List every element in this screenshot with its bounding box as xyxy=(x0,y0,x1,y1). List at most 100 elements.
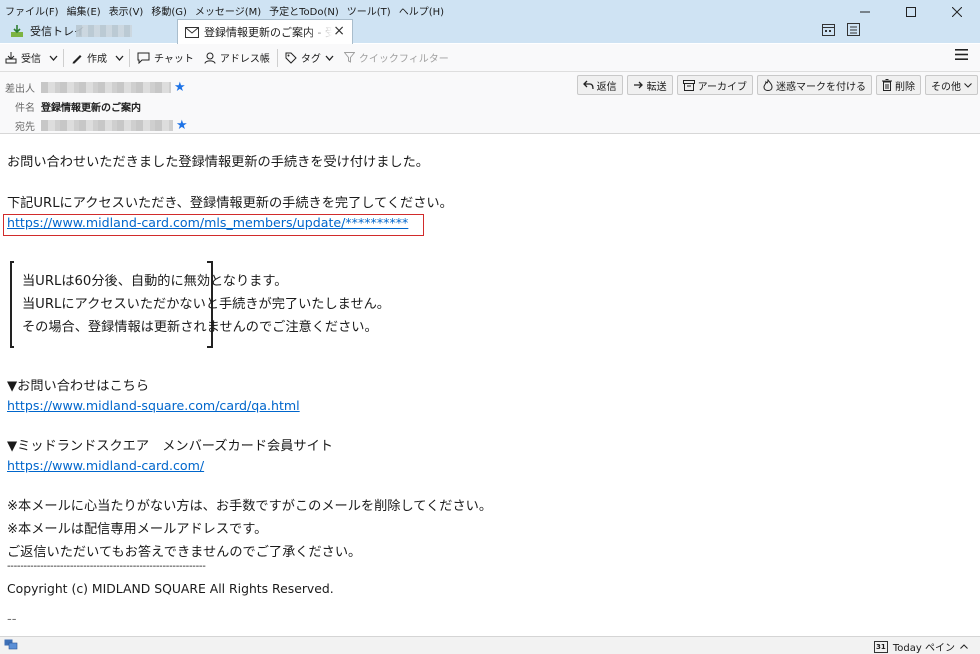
archive-button[interactable]: アーカイブ xyxy=(676,75,753,95)
reply-arrow-icon xyxy=(582,80,594,90)
spaces-toolbar xyxy=(822,23,860,36)
contact-heading: ▼お問い合わせはこちら xyxy=(7,379,150,394)
star-icon[interactable]: ★ xyxy=(174,80,186,95)
to-row: 宛先 ★ xyxy=(0,118,188,133)
update-url-link[interactable]: https://www.midland-card.com/mls_members… xyxy=(7,215,408,230)
message-body: お問い合わせいただきました登録情報更新の手続きを受け付けました。 下記URLにア… xyxy=(0,135,980,636)
tab-message[interactable]: 登録情報更新のご案内 - 受信トレイ × xyxy=(177,19,353,44)
status-bar: 31 Today ペイン xyxy=(0,636,980,654)
download-icon xyxy=(5,51,17,63)
calendar-day-icon: 31 xyxy=(873,640,888,653)
menu-help[interactable]: ヘルプ(H) xyxy=(396,1,449,18)
redacted-sender-address[interactable] xyxy=(41,82,171,93)
redacted-account-name xyxy=(76,25,132,37)
tasks-icon[interactable] xyxy=(847,23,860,36)
calendar-icon[interactable] xyxy=(822,23,835,36)
inbox-download-icon xyxy=(11,25,23,37)
close-window-button[interactable] xyxy=(934,0,980,24)
main-toolbar: 受信 作成 チャット アドレス帳 タグ クイックフィルター xyxy=(0,44,980,72)
tag-icon xyxy=(285,52,297,64)
forward-label: 転送 xyxy=(646,81,667,93)
tag-label: タグ xyxy=(300,54,321,65)
menu-view[interactable]: 表示(V) xyxy=(106,1,149,18)
get-messages-button[interactable]: 受信 xyxy=(0,47,46,69)
notice-line: 当URLは60分後、自動的に無効となります。 xyxy=(22,274,288,289)
menu-message[interactable]: メッセージ(M) xyxy=(192,1,266,18)
contact-url-link[interactable]: https://www.midland-square.com/card/qa.h… xyxy=(7,398,300,413)
chat-button[interactable]: チャット xyxy=(132,47,199,69)
body-text-line: 下記URLにアクセスいただき、登録情報更新の手続きを完了してください。 xyxy=(7,196,453,211)
notice-line: 当URLにアクセスいただかないと手続きが完了いたしません。 xyxy=(22,297,390,312)
maximize-button[interactable] xyxy=(888,0,934,24)
window-controls xyxy=(842,0,980,24)
write-label: 作成 xyxy=(87,54,107,65)
chevron-down-icon xyxy=(115,55,124,61)
address-book-label: アドレス帳 xyxy=(219,54,270,65)
menu-events-tasks[interactable]: 予定とToDo(N) xyxy=(266,1,344,18)
person-icon xyxy=(204,52,216,64)
filter-icon xyxy=(343,52,355,63)
delete-button[interactable]: 削除 xyxy=(876,75,921,95)
quick-filter-label: クイックフィルター xyxy=(358,54,449,65)
chevron-down-icon xyxy=(49,55,58,61)
quick-filter-button[interactable]: クイックフィルター xyxy=(339,47,454,69)
reply-label: 返信 xyxy=(596,81,617,93)
menu-file[interactable]: ファイル(F) xyxy=(2,1,64,18)
envelope-icon xyxy=(185,26,199,38)
app-menu-button[interactable] xyxy=(955,49,968,63)
toolbar-divider xyxy=(276,48,278,67)
more-actions-label: その他 xyxy=(931,81,961,93)
footer-line: ※本メールに心当たりがない方は、お手数ですがこのメールを削除してください。 xyxy=(7,499,493,514)
chevron-down-icon xyxy=(325,55,334,61)
subject-row: 件名 登録情報更新のご案内 xyxy=(0,99,141,114)
message-header: 差出人 ★ 件名 登録情報更新のご案内 宛先 ★ 返信 転送 アーカイブ 迷惑マ… xyxy=(0,72,980,134)
subject-value: 登録情報更新のご案内 xyxy=(41,103,141,114)
forward-arrow-icon xyxy=(633,81,643,89)
mark-as-junk-button[interactable]: 迷惑マークを付ける xyxy=(757,75,872,95)
tab-message-label: 登録情報更新のご案内 - 受信トレイ xyxy=(204,26,332,39)
menu-edit[interactable]: 編集(E) xyxy=(64,1,106,18)
more-actions-button[interactable]: その他 xyxy=(925,75,978,95)
write-dropdown[interactable] xyxy=(112,47,127,69)
star-icon[interactable]: ★ xyxy=(176,118,188,133)
tab-inbox[interactable]: 受信トレイ xyxy=(6,19,174,43)
write-button[interactable]: 作成 xyxy=(66,47,112,69)
redacted-recipient-address[interactable] xyxy=(41,120,173,131)
tag-button[interactable]: タグ xyxy=(280,47,339,69)
chevron-down-icon xyxy=(964,82,972,88)
mark-as-junk-label: 迷惑マークを付ける xyxy=(776,81,866,93)
get-messages-dropdown[interactable] xyxy=(46,47,61,69)
subject-label: 件名 xyxy=(15,103,35,114)
chat-label: チャット xyxy=(154,54,194,65)
today-pane-toggle[interactable]: 31 Today ペイン xyxy=(873,639,968,654)
menu-bar: ファイル(F) 編集(E) 表示(V) 移動(G) メッセージ(M) 予定とTo… xyxy=(2,1,449,18)
chevron-up-icon xyxy=(960,644,968,649)
today-pane-label: Today ペイン xyxy=(892,643,955,654)
chat-bubble-icon xyxy=(137,52,150,64)
menu-go[interactable]: 移動(G) xyxy=(148,1,192,18)
header-action-buttons: 返信 転送 アーカイブ 迷惑マークを付ける 削除 その他 xyxy=(576,75,978,95)
online-status-icon[interactable] xyxy=(4,639,18,651)
to-label: 宛先 xyxy=(15,122,35,133)
address-book-button[interactable]: アドレス帳 xyxy=(199,47,275,69)
body-text-line: お問い合わせいただきました登録情報更新の手続きを受け付けました。 xyxy=(7,155,429,170)
from-label: 差出人 xyxy=(5,84,35,95)
maximize-icon xyxy=(906,7,916,17)
flame-icon xyxy=(763,79,773,91)
notice-line: その場合、登録情報は更新されませんのでご注意ください。 xyxy=(22,320,378,335)
footer-line: ご返信いただいてもお答えできませんのでご了承ください。 xyxy=(7,545,362,560)
signature-separator: -- xyxy=(7,612,17,627)
reply-button[interactable]: 返信 xyxy=(576,75,623,95)
minimize-button[interactable] xyxy=(842,0,888,24)
forward-button[interactable]: 転送 xyxy=(626,75,673,95)
archive-box-icon xyxy=(682,79,695,91)
close-icon xyxy=(952,7,962,17)
pencil-icon xyxy=(72,54,82,63)
footer-line: ※本メールは配信専用メールアドレスです。 xyxy=(7,522,268,537)
menu-tools[interactable]: ツール(T) xyxy=(344,1,396,18)
tab-close-button[interactable]: × xyxy=(333,24,345,38)
site-url-link[interactable]: https://www.midland-card.com/ xyxy=(7,458,204,473)
toolbar-divider xyxy=(63,48,64,67)
hamburger-menu-icon xyxy=(955,49,968,60)
delete-label: 削除 xyxy=(895,81,915,93)
